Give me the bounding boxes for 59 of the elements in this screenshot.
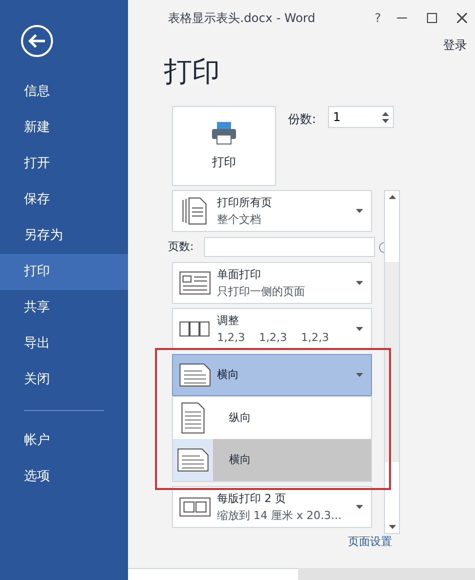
help-button[interactable]: ?: [374, 9, 381, 27]
setting-title: 单面打印: [217, 267, 262, 283]
page-heading: 打印: [164, 58, 221, 86]
menu-item[interactable]: 关闭: [0, 362, 128, 398]
setting-title: 横向: [217, 366, 239, 383]
print-button[interactable]: 打印: [172, 106, 276, 186]
scroll-up-icon[interactable]: [388, 195, 396, 199]
caret-icon: [356, 327, 363, 331]
caret-icon: [356, 209, 363, 213]
scrollbar[interactable]: [384, 190, 400, 534]
menu-item[interactable]: 共享: [0, 290, 128, 326]
option-label: 横向: [229, 452, 251, 468]
two-pages-icon: [179, 496, 211, 518]
menu-item[interactable]: 另存为: [0, 218, 128, 254]
setting-dropdown[interactable]: 单面打印 只打印一侧的页面: [172, 262, 372, 304]
scroll-down-icon[interactable]: [388, 525, 396, 529]
setting-dropdown[interactable]: 每版打印 2 页 缩放到 14 厘米 x 20.3...: [172, 486, 372, 528]
page-setup-link[interactable]: 页面设置: [348, 534, 392, 550]
setting-dropdown[interactable]: 调整 1,2,3 1,2,3 1,2,3: [172, 308, 372, 350]
up-arrow-icon[interactable]: [382, 112, 390, 116]
setting-subtitle: 1,2,3 1,2,3 1,2,3: [217, 330, 329, 346]
copies-spinner[interactable]: 1: [328, 106, 394, 128]
landscape-page-icon: [179, 363, 211, 387]
back-icon[interactable]: [20, 24, 54, 58]
window-title: 表格显示表头.docx - Word: [168, 10, 316, 27]
page-layout-icon: [179, 271, 211, 295]
pages-input[interactable]: [204, 237, 375, 257]
caret-icon: [356, 373, 363, 377]
copies-value: 1: [333, 109, 341, 126]
maximize-icon[interactable]: [427, 13, 437, 23]
menu-item[interactable]: 打印: [0, 254, 128, 290]
landscape-page-icon: [177, 448, 209, 472]
sign-in-link[interactable]: 登录: [443, 36, 467, 54]
copies-label: 份数:: [288, 111, 316, 128]
portrait-page-icon: [181, 402, 205, 434]
setting-title: 调整: [217, 313, 240, 329]
preview-scrollbar[interactable]: [298, 568, 475, 580]
printer-icon: [211, 121, 237, 145]
setting-title: 每版打印 2 页: [217, 491, 287, 507]
menu-item[interactable]: 保存: [0, 182, 128, 218]
setting-subtitle: 只打印一侧的页面: [217, 284, 305, 300]
setting-subtitle: 整个文档: [217, 212, 262, 228]
menu-item[interactable]: 信息: [0, 74, 128, 110]
dropdown-option[interactable]: 横向: [173, 439, 371, 481]
setting-title: 打印所有页: [217, 195, 272, 211]
menu-item[interactable]: 打开: [0, 146, 128, 182]
caret-icon: [356, 281, 363, 285]
menu-item[interactable]: 新建: [0, 110, 128, 146]
setting-subtitle: 缩放到 14 厘米 x 20.3...: [217, 508, 342, 524]
menu-item[interactable]: 选项: [0, 459, 128, 495]
option-label: 纵向: [229, 410, 251, 426]
pages-label: 页数:: [168, 238, 195, 255]
close-icon[interactable]: [457, 13, 467, 23]
setting-dropdown[interactable]: 打印所有页 整个文档: [172, 190, 372, 232]
orientation-dropdown[interactable]: 横向: [172, 354, 372, 396]
menu-item[interactable]: 导出: [0, 326, 128, 362]
menu-item[interactable]: 帐户: [0, 423, 128, 459]
down-arrow-icon[interactable]: [382, 118, 390, 122]
caret-icon: [356, 505, 363, 509]
